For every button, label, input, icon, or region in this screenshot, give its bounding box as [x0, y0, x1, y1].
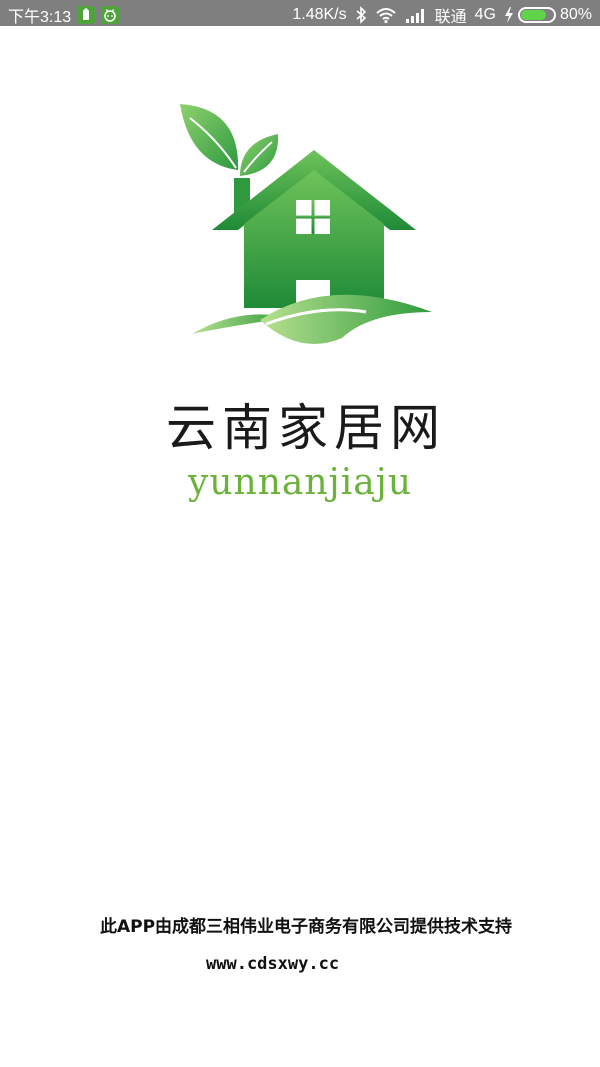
battery-saver-icon [77, 6, 96, 24]
android-icon [101, 6, 120, 24]
charging-icon [504, 7, 513, 23]
app-name: 云南家居网 [166, 399, 446, 457]
bluetooth-icon [356, 6, 366, 24]
status-bar-right: 1.48K/s 联通 4G 80% [292, 3, 592, 27]
signal-icon [405, 9, 424, 23]
battery-level-fill [520, 10, 547, 20]
house-leaf-logo-icon [180, 104, 432, 344]
status-bar-left: 下午3:13 [8, 3, 120, 27]
app-subtitle: yunnanjiaju [187, 462, 413, 503]
carrier-name: 联通 [434, 9, 467, 26]
tech-support-url: www.cdsxwy.cc [206, 954, 340, 974]
wifi-icon [375, 8, 396, 24]
tech-support-text: 此APP由成都三相伟业电子商务有限公司提供技术支持 [99, 917, 513, 937]
network-type: 4G [474, 6, 496, 23]
status-time: 下午3:13 [8, 9, 72, 26]
status-bar: 下午3:13 1.48K/s 联通 4G 80% [0, 0, 600, 26]
battery-indicator: 80% [504, 6, 592, 24]
battery-percent: 80% [559, 6, 592, 23]
network-speed: 1.48K/s [292, 6, 347, 23]
battery-icon [517, 7, 556, 23]
